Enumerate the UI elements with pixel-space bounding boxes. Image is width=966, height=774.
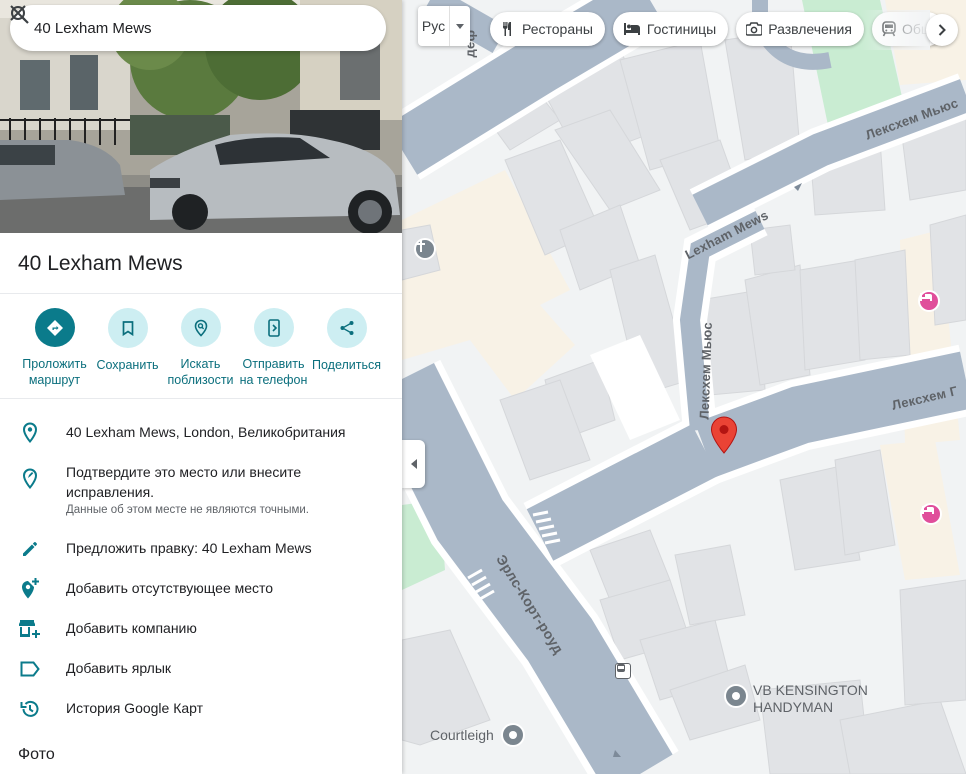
chip-hotels[interactable]: Гостиницы	[612, 12, 729, 46]
verify-text-line1: Подтвердите это место или внесите	[66, 464, 302, 480]
add-label-row[interactable]: Добавить ярлык	[0, 649, 402, 689]
add-missing-place-text: Добавить отсутствующее место	[66, 580, 274, 596]
bed-icon	[920, 293, 932, 301]
edit-location-icon	[22, 468, 38, 490]
camera-icon	[746, 22, 763, 36]
phone-send-icon	[267, 318, 280, 337]
dot-icon	[509, 731, 517, 739]
dot-icon	[732, 692, 740, 700]
location-pin[interactable]	[710, 416, 738, 454]
share-button[interactable]: Поделиться	[310, 308, 383, 388]
courtleigh-label[interactable]: Courtleigh	[430, 727, 494, 744]
bed-icon	[922, 506, 934, 514]
clear-search-button[interactable]	[10, 5, 382, 51]
caret-down-icon	[456, 23, 464, 29]
add-missing-place-row[interactable]: Добавить отсутствующее место	[0, 569, 402, 609]
hotel-poi-2[interactable]	[920, 503, 942, 525]
place-info-list: 40 Lexham Mews, London, Великобритания П…	[0, 399, 402, 729]
bed-icon	[623, 23, 640, 35]
place-title: 40 Lexham Mews	[18, 252, 183, 275]
address-text: 40 Lexham Mews, London, Великобритания	[66, 424, 346, 440]
nearby-search-icon	[194, 319, 207, 337]
close-icon	[10, 5, 26, 21]
caret-left-icon	[410, 459, 417, 469]
courtleigh-poi[interactable]	[501, 723, 525, 747]
chevron-right-icon	[938, 24, 946, 36]
chips-next-button[interactable]	[926, 14, 958, 46]
maps-history-text: История Google Карт	[66, 700, 204, 716]
share-icon	[340, 321, 353, 335]
verify-text-line2: исправления.	[66, 484, 155, 500]
save-button[interactable]: Сохранить	[91, 308, 164, 388]
hotel-poi-1[interactable]	[918, 290, 940, 312]
bus-stop-poi[interactable]	[615, 663, 631, 679]
handyman-poi[interactable]	[724, 684, 748, 708]
verify-subtext: Данные об этом месте не являются точными…	[66, 504, 309, 516]
suggest-edit-text: Предложить правку: 40 Lexham Mews	[66, 540, 312, 556]
add-location-icon	[22, 578, 39, 599]
handyman-label[interactable]: VB KENSINGTON HANDYMAN	[753, 682, 868, 716]
place-panel: 40 Lexham Mews Проложитьмаршрут Сохранит…	[0, 0, 402, 774]
search-button[interactable]	[11, 5, 334, 51]
suggest-edit-row[interactable]: Предложить правку: 40 Lexham Mews	[0, 529, 402, 569]
label-icon	[20, 661, 40, 677]
bus-icon	[617, 664, 625, 672]
search-input[interactable]	[34, 19, 286, 37]
address-row[interactable]: 40 Lexham Mews, London, Великобритания	[0, 413, 402, 453]
add-label-text: Добавить ярлык	[66, 660, 172, 676]
search-box	[10, 5, 386, 51]
train-icon	[882, 21, 896, 37]
map-pin-icon	[710, 416, 738, 454]
fork-knife-icon	[503, 22, 511, 36]
add-business-text: Добавить компанию	[66, 620, 197, 636]
directions-button[interactable]: Проложить маршрут	[18, 308, 91, 388]
nearby-button[interactable]: Искать поблизости	[164, 308, 237, 388]
location-pin-icon	[22, 422, 38, 444]
history-icon	[20, 700, 39, 717]
language-label: Рус	[418, 6, 450, 46]
add-business-row[interactable]: Добавить компанию	[0, 609, 402, 649]
verify-row[interactable]: Подтвердите это место или внесите исправ…	[0, 453, 402, 529]
directions-icon	[46, 319, 63, 336]
send-to-phone-button[interactable]: Отправить на телефон	[237, 308, 310, 388]
action-buttons: Проложить маршрут Сохранить Искать поблизо…	[0, 294, 402, 398]
church-poi[interactable]	[414, 238, 436, 260]
category-chips: Рестораны Гостиницы Развлечения Общ	[490, 12, 945, 46]
photos-heading: Фото	[18, 746, 55, 763]
bookmark-icon	[122, 320, 133, 336]
collapse-panel-button[interactable]	[402, 440, 425, 488]
layer-dropdown[interactable]	[450, 6, 470, 46]
place-photo[interactable]	[0, 0, 402, 233]
chip-restaurants[interactable]: Рестораны	[490, 12, 605, 46]
cross-icon	[417, 240, 425, 252]
add-business-icon	[19, 620, 40, 638]
chip-entertainment[interactable]: Развлечения	[736, 12, 864, 46]
layer-switcher[interactable]: Рус	[418, 6, 470, 46]
pencil-icon	[23, 542, 37, 556]
maps-history-row[interactable]: История Google Карт	[0, 689, 402, 729]
